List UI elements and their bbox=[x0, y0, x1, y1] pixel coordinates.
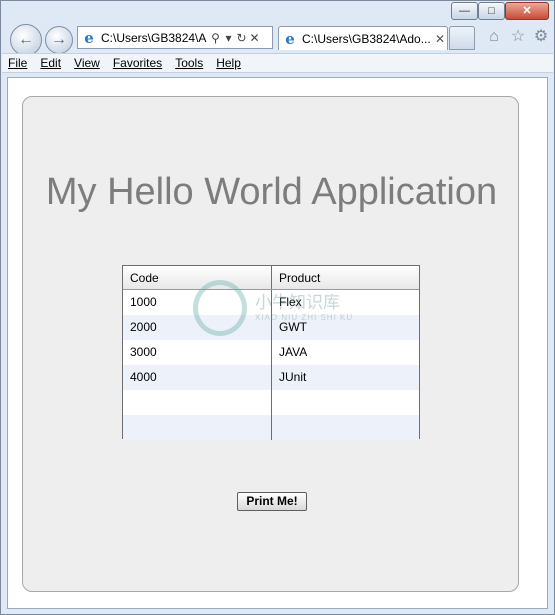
table-row[interactable]: 3000 JAVA bbox=[123, 340, 419, 365]
cell-code bbox=[123, 390, 272, 415]
new-tab-button[interactable] bbox=[449, 26, 475, 50]
forward-button[interactable]: → bbox=[45, 26, 73, 54]
back-button[interactable]: ← bbox=[10, 24, 42, 56]
back-icon: ← bbox=[18, 31, 34, 48]
menu-file[interactable]: File bbox=[8, 56, 27, 70]
cell-code: 2000 bbox=[123, 315, 272, 340]
refresh-icon[interactable]: ↻ bbox=[235, 31, 248, 45]
browser-tab[interactable]: e C:\Users\GB3824\Ado... ✕ bbox=[278, 26, 448, 50]
product-data-grid[interactable]: Code Product 1000 Flex 2000 GWT 3000 JAV… bbox=[122, 265, 420, 440]
cell-code: 4000 bbox=[123, 365, 272, 390]
search-icon[interactable]: ⚲ bbox=[209, 31, 222, 45]
page-viewport: My Hello World Application Code Product … bbox=[7, 77, 548, 609]
table-row[interactable] bbox=[123, 415, 419, 440]
page-title: My Hello World Application bbox=[45, 171, 498, 213]
cell-code: 3000 bbox=[123, 340, 272, 365]
cell-product bbox=[272, 415, 419, 440]
menu-help[interactable]: Help bbox=[216, 56, 241, 70]
forward-icon: → bbox=[51, 31, 67, 48]
cell-product: GWT bbox=[279, 320, 307, 334]
column-header-product[interactable]: Product bbox=[272, 266, 419, 289]
print-me-button[interactable]: Print Me! bbox=[237, 492, 307, 511]
table-row[interactable]: 4000 JUnit bbox=[123, 365, 419, 390]
cell-product: JAVA bbox=[279, 345, 308, 359]
app-panel: My Hello World Application Code Product … bbox=[22, 96, 519, 592]
tab-close-icon[interactable]: ✕ bbox=[433, 32, 447, 46]
menu-favorites[interactable]: Favorites bbox=[113, 56, 162, 70]
menu-bar: File Edit View Favorites Tools Help bbox=[2, 53, 553, 73]
cell-code: 1000 bbox=[123, 290, 272, 315]
close-window-button[interactable]: ✕ bbox=[505, 2, 549, 20]
maximize-button[interactable]: □ bbox=[478, 2, 505, 20]
stop-icon[interactable]: ✕ bbox=[248, 31, 261, 45]
favorites-star-icon[interactable]: ☆ bbox=[509, 28, 527, 46]
column-header-code[interactable]: Code bbox=[123, 266, 272, 289]
minimize-button[interactable]: — bbox=[451, 2, 478, 20]
table-row[interactable] bbox=[123, 390, 419, 415]
cell-code bbox=[123, 415, 272, 440]
home-icon[interactable]: ⌂ bbox=[485, 28, 503, 46]
address-bar[interactable]: e C:\Users\GB3824\A ⚲ ▾ ↻ ✕ bbox=[77, 26, 273, 49]
tab-title: C:\Users\GB3824\Ado... bbox=[302, 31, 431, 46]
cell-product: Flex bbox=[279, 295, 302, 309]
grid-header-row: Code Product bbox=[123, 266, 419, 290]
table-row[interactable]: 2000 GWT bbox=[123, 315, 419, 340]
menu-edit[interactable]: Edit bbox=[40, 56, 61, 70]
table-row[interactable]: 1000 Flex bbox=[123, 290, 419, 315]
menu-view[interactable]: View bbox=[74, 56, 100, 70]
menu-tools[interactable]: Tools bbox=[175, 56, 203, 70]
browser-window: — □ ✕ ← → e C:\Users\GB3824\A ⚲ ▾ ↻ ✕ e … bbox=[0, 0, 555, 615]
settings-gear-icon[interactable]: ⚙ bbox=[532, 28, 550, 46]
tab-ie-icon: e bbox=[285, 29, 295, 48]
cell-product bbox=[272, 390, 419, 415]
dropdown-icon[interactable]: ▾ bbox=[222, 31, 235, 45]
cell-product: JUnit bbox=[279, 370, 307, 384]
ie-icon: e bbox=[84, 28, 94, 47]
address-text[interactable]: C:\Users\GB3824\A bbox=[101, 31, 209, 45]
